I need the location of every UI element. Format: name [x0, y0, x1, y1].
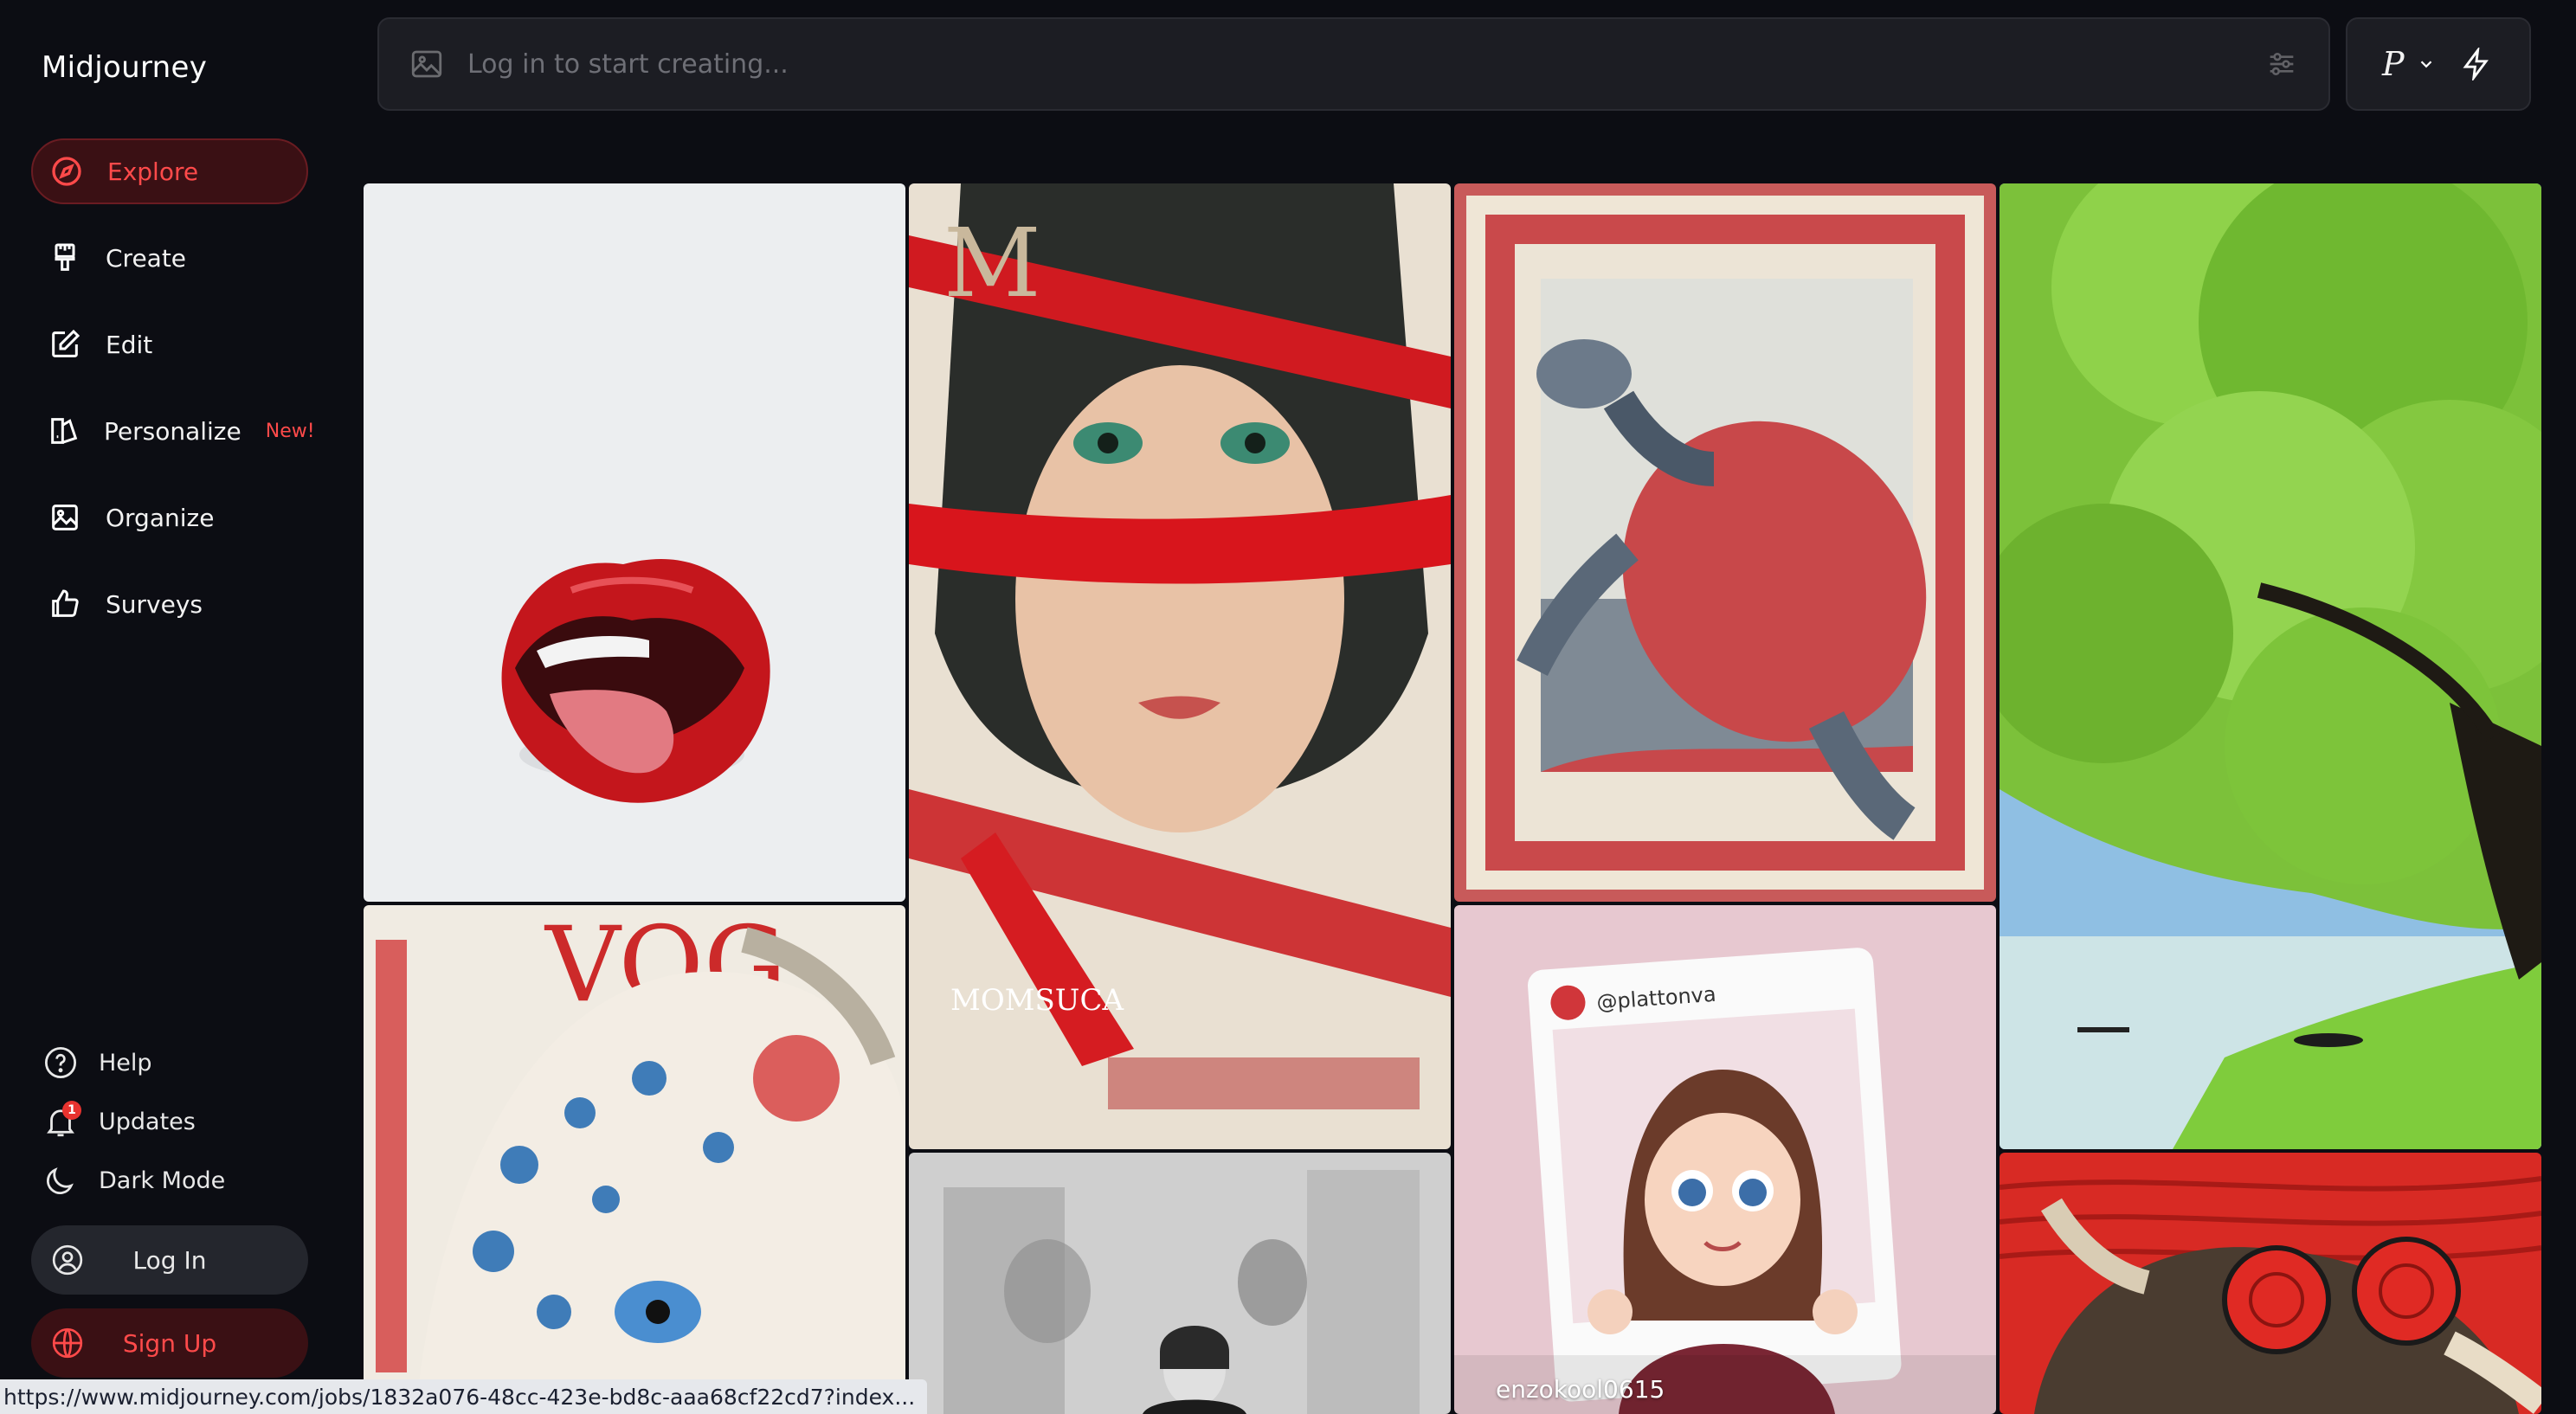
help-icon [42, 1044, 80, 1082]
nav-label: Personalize [104, 416, 242, 446]
settings-sliders-icon[interactable] [2264, 47, 2299, 81]
poster-title: MOMSUCA [950, 983, 1124, 1018]
nav-edit[interactable]: Edit [31, 312, 308, 377]
login-button[interactable]: Log In [31, 1225, 308, 1295]
nav-create[interactable]: Create [31, 225, 308, 291]
mode-selector[interactable]: P [2346, 17, 2531, 111]
gallery-tile-lips[interactable] [364, 183, 905, 902]
crowd-image [909, 1153, 1451, 1414]
tile-username[interactable]: enzokool0615 [1496, 1375, 1665, 1404]
login-label: Log In [132, 1245, 207, 1275]
help-link[interactable]: Help [42, 1038, 152, 1087]
nav-personalize[interactable]: Personalize New! [31, 398, 315, 464]
prompt-bar[interactable] [377, 17, 2330, 111]
image-upload-icon[interactable] [409, 46, 445, 82]
bell-icon: 1 [42, 1101, 81, 1141]
cartoon-girl-image: @plattonva [1454, 905, 1996, 1414]
nav-label: Surveys [106, 589, 203, 619]
ribbon-girl-image: M MOMSUCA [909, 183, 1451, 1149]
poster-letter: M [943, 208, 1041, 318]
chevron-down-icon[interactable] [2417, 55, 2436, 74]
gallery-tile-ribbon-girl[interactable]: M MOMSUCA [909, 183, 1451, 1149]
sidebar: Midjourney Explore Create Edit Personali… [0, 0, 346, 1414]
gallery-tile-crowd[interactable] [909, 1153, 1451, 1414]
lightning-icon[interactable] [2460, 48, 2493, 80]
thumbs-up-icon [47, 586, 83, 622]
moon-icon [42, 1161, 80, 1199]
signup-button[interactable]: Sign Up [31, 1308, 308, 1378]
nav-explore[interactable]: Explore [31, 138, 308, 204]
profile-mode-label[interactable]: P [2382, 45, 2405, 83]
user-circle-icon [48, 1241, 87, 1279]
gallery-tile-turtle-stamp[interactable] [1454, 183, 1996, 902]
personalize-icon [47, 413, 81, 449]
dark-mode-label: Dark Mode [99, 1167, 226, 1194]
new-badge: New! [265, 420, 315, 442]
gallery-tile-tree[interactable] [2000, 183, 2541, 1149]
nav-label: Edit [106, 330, 153, 359]
nav-organize[interactable]: Organize [31, 485, 308, 550]
nav-label: Create [106, 243, 187, 273]
gallery-tile-leopard[interactable]: VOG [364, 905, 905, 1414]
updates-count-badge: 1 [62, 1101, 81, 1120]
compass-icon [48, 153, 85, 190]
nav-label: Explore [107, 157, 199, 186]
image-icon [47, 499, 83, 536]
paintbrush-icon [47, 240, 83, 276]
turtle-stamp-image [1454, 183, 1996, 902]
gallery-tile-bull[interactable] [2000, 1153, 2541, 1414]
leopard-image: VOG [364, 905, 905, 1414]
help-label: Help [99, 1049, 152, 1077]
brand-logo[interactable]: Midjourney [42, 50, 207, 85]
updates-link[interactable]: 1 Updates [42, 1097, 196, 1146]
nav-label: Organize [106, 503, 215, 532]
app-root: Midjourney Explore Create Edit Personali… [0, 0, 2576, 1414]
bull-image [2000, 1153, 2541, 1414]
gallery-tile-cartoon-girl[interactable]: @plattonva enzokool0615 [1454, 905, 1996, 1414]
status-bar-url: https://www.midjourney.com/jobs/1832a076… [0, 1379, 928, 1414]
lips-image [364, 183, 905, 902]
prompt-input[interactable] [467, 48, 2112, 80]
edit-icon [47, 326, 83, 363]
signup-label: Sign Up [122, 1328, 217, 1358]
updates-label: Updates [99, 1108, 196, 1135]
nav-surveys[interactable]: Surveys [31, 571, 308, 637]
globe-icon [48, 1324, 87, 1362]
dark-mode-toggle[interactable]: Dark Mode [42, 1156, 225, 1205]
tree-image [2000, 183, 2541, 1149]
